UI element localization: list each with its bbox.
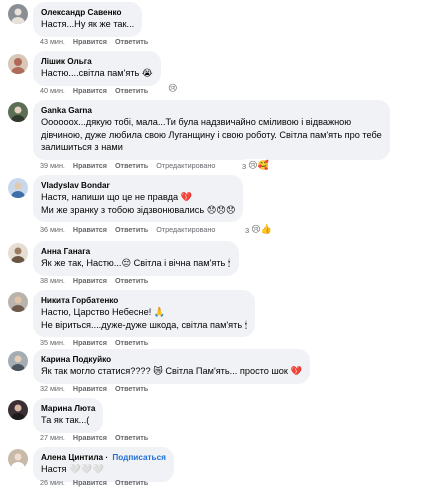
comment-author[interactable]: Олександр Савенко	[41, 7, 134, 18]
avatar[interactable]	[8, 178, 28, 198]
reply-button[interactable]: Ответить	[115, 86, 148, 95]
comment-meta: 43 мин. Нравится Ответить	[40, 37, 156, 47]
comment-meta: 40 мин. Нравится Ответить	[40, 86, 156, 96]
comment-bubble: Лішик Ольга Настю....світла пам'ять 😭	[33, 51, 161, 86]
comment-bubble: Никита Горбатенко Настю, Царство Небесне…	[33, 290, 256, 337]
comment-meta: 32 мин. Нравится Ответить	[40, 384, 156, 394]
reaction-summary[interactable]: 😢	[166, 82, 180, 96]
avatar[interactable]	[8, 102, 28, 122]
avatar[interactable]	[8, 4, 28, 24]
reaction-summary[interactable]: 3 😢🥰	[240, 159, 271, 173]
comment-text: Настя 🤍🤍🤍	[41, 464, 104, 474]
comment-meta: 39 мин. Нравится Ответить Отредактировано	[40, 161, 223, 171]
comment-meta: 35 мин. Нравится Ответить	[40, 338, 156, 348]
reply-button[interactable]: Ответить	[115, 225, 148, 234]
comment-meta: 36 мин. Нравится Ответить Отредактировано	[40, 225, 223, 235]
comment-meta: 38 мин. Нравится Ответить	[40, 276, 156, 286]
comment-author: Алена Цинтила · Подписаться	[41, 453, 166, 462]
comment-text: Оооооох...дякую тобі, мала...Ти була над…	[41, 117, 352, 127]
comment-bubble: Ganka Garna Оооооох...дякую тобі, мала..…	[33, 100, 390, 160]
like-button[interactable]: Нравится	[73, 433, 107, 442]
comment-time[interactable]: 32 мин.	[40, 384, 65, 393]
comment-time[interactable]: 43 мин.	[40, 37, 65, 46]
edited-label[interactable]: Отредактировано	[156, 161, 215, 170]
comment-time[interactable]: 36 мин.	[40, 225, 65, 234]
comment-author-name[interactable]: Алена Цинтила	[41, 453, 103, 462]
comment-bubble: Алена Цинтила · Подписаться Настя 🤍🤍🤍	[33, 447, 174, 482]
like-button[interactable]: Нравится	[73, 86, 107, 95]
like-button[interactable]: Нравится	[73, 276, 107, 285]
comment-text: Як так могло статися???? 😿 Світла Пам'ят…	[41, 366, 302, 376]
comment-meta: 26 мин. Нравится Ответить	[40, 478, 156, 487]
comment-text: Як же так, Настю...😔 Світла і вічна пам'…	[41, 258, 231, 268]
comment-time[interactable]: 27 мин.	[40, 433, 65, 442]
comment-text: Та як так...(	[41, 415, 90, 425]
reply-button[interactable]: Ответить	[115, 384, 148, 393]
comment-author[interactable]: Никита Горбатенко	[41, 295, 247, 306]
reaction-count: 3	[242, 161, 247, 171]
avatar[interactable]	[8, 400, 28, 420]
comment-meta: 27 мин. Нравится Ответить	[40, 433, 156, 443]
comment-time[interactable]: 26 мин.	[40, 478, 65, 487]
comment-text: Ми же зранку з тобою зідзвонювались 😞😞😞	[41, 204, 236, 215]
like-button[interactable]: Нравится	[73, 338, 107, 347]
edited-label[interactable]: Отредактировано	[156, 225, 215, 234]
like-button[interactable]: Нравится	[73, 161, 107, 170]
comment-text: Настю....світла пам'ять 😭	[41, 68, 153, 78]
comment-author[interactable]: Карина Подкуйко	[41, 354, 302, 365]
avatar[interactable]	[8, 292, 28, 312]
like-button[interactable]: Нравится	[73, 478, 107, 487]
comment-author[interactable]: Анна Ганага	[41, 246, 231, 257]
comment-author[interactable]: Лішик Ольга	[41, 56, 153, 67]
comment-time[interactable]: 35 мин.	[40, 338, 65, 347]
comment-text: Настя...Ну як же так...	[41, 19, 135, 29]
sad-love-reaction-icon: 😢🥰	[248, 161, 269, 171]
comment-author[interactable]: Ganka Garna	[41, 105, 382, 116]
comment-bubble: Марина Люта Та як так...(	[33, 398, 104, 433]
comment-bubble: Карина Подкуйко Як так могло статися????…	[33, 349, 310, 384]
comment-text: Не віриться....дуже-дуже шкода, світла п…	[41, 319, 248, 330]
avatar[interactable]	[8, 351, 28, 371]
like-button[interactable]: Нравится	[73, 37, 107, 46]
comment-author[interactable]: Vladyslav Bondar	[41, 180, 235, 191]
comment-text: дівчиною, дуже любила свою Луганщину і с…	[41, 129, 382, 140]
comment-bubble: Олександр Савенко Настя...Ну як же так..…	[33, 2, 143, 37]
reply-button[interactable]: Ответить	[115, 433, 148, 442]
comment-text: Настя, напиши що це не правда 💔	[41, 192, 193, 202]
like-button[interactable]: Нравится	[73, 384, 107, 393]
reply-button[interactable]: Ответить	[115, 37, 148, 46]
follow-button[interactable]: Подписаться	[112, 453, 166, 462]
reply-button[interactable]: Ответить	[115, 161, 148, 170]
comment-time[interactable]: 40 мин.	[40, 86, 65, 95]
comment-author[interactable]: Марина Люта	[41, 403, 95, 414]
comment-time[interactable]: 38 мин.	[40, 276, 65, 285]
like-button[interactable]: Нравится	[73, 225, 107, 234]
reaction-summary[interactable]: 3 😢👍	[243, 223, 274, 237]
avatar[interactable]	[8, 54, 28, 74]
reply-button[interactable]: Ответить	[115, 276, 148, 285]
sad-like-reaction-icon: 😢👍	[251, 225, 272, 235]
reply-button[interactable]: Ответить	[115, 338, 148, 347]
reaction-count: 3	[245, 225, 250, 235]
comment-bubble: Анна Ганага Як же так, Настю...😔 Світла …	[33, 241, 239, 276]
comment-text: залишиться з нами	[41, 142, 123, 152]
comment-text: Настю, Царство Небесне! 🙏	[41, 307, 166, 317]
avatar[interactable]	[8, 243, 28, 263]
sad-reaction-icon: 😢	[168, 84, 178, 94]
avatar[interactable]	[8, 449, 28, 469]
comment-bubble: Vladyslav Bondar Настя, напиши що це не …	[33, 175, 244, 222]
comment-time[interactable]: 39 мин.	[40, 161, 65, 170]
reply-button[interactable]: Ответить	[115, 478, 148, 487]
